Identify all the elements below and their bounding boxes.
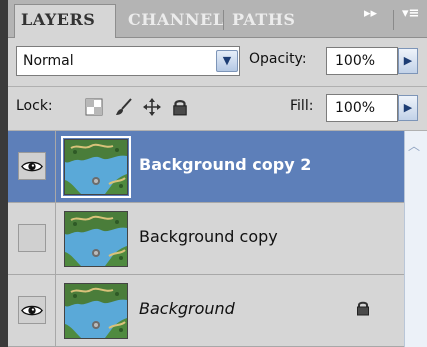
panel-left-edge bbox=[0, 0, 8, 347]
opacity-slider-button[interactable]: ▶ bbox=[398, 48, 418, 74]
layer-thumbnail[interactable] bbox=[61, 136, 131, 198]
layer-name[interactable]: Background copy bbox=[139, 227, 278, 246]
eye-icon bbox=[21, 159, 43, 174]
tab-paths[interactable]: PATHS bbox=[226, 5, 312, 37]
tab-ctrl-separator bbox=[393, 10, 394, 30]
layer-thumbnail[interactable] bbox=[64, 211, 128, 267]
lock-all-icon[interactable] bbox=[170, 97, 190, 117]
fill-label: Fill: bbox=[290, 98, 314, 114]
map-thumbnail-image bbox=[65, 140, 127, 194]
layers-panel: LAYERS CHANNEL PATHS ▸▸ ▾≡ Normal ▼ Opac… bbox=[0, 0, 427, 347]
eye-icon bbox=[21, 303, 43, 318]
tab-channels[interactable]: CHANNEL bbox=[122, 5, 223, 37]
opacity-label: Opacity: bbox=[249, 51, 307, 67]
tab-layers[interactable]: LAYERS bbox=[14, 4, 116, 38]
tab-separator bbox=[223, 10, 224, 30]
tab-channels-label: CHANNEL bbox=[128, 10, 223, 29]
visibility-toggle[interactable] bbox=[18, 224, 46, 252]
tab-layers-label: LAYERS bbox=[21, 10, 96, 29]
layer-name[interactable]: Background copy 2 bbox=[139, 155, 311, 174]
panel-tab-strip: LAYERS CHANNEL PATHS ▸▸ ▾≡ bbox=[8, 0, 427, 38]
collapse-panel-icon[interactable]: ▸▸ bbox=[364, 6, 377, 21]
divider bbox=[8, 86, 427, 87]
visibility-toggle[interactable] bbox=[18, 152, 46, 180]
blend-opacity-row: Normal ▼ Opacity: 100% ▶ bbox=[16, 46, 427, 78]
visibility-cell[interactable] bbox=[8, 203, 56, 274]
layer-row-background-copy-2[interactable]: Background copy 2 bbox=[8, 131, 404, 203]
map-thumbnail-image bbox=[65, 212, 127, 266]
layer-lock-icon bbox=[356, 300, 370, 316]
opacity-value: 100% bbox=[335, 53, 376, 69]
visibility-cell[interactable] bbox=[8, 275, 56, 346]
visibility-cell[interactable] bbox=[8, 131, 56, 202]
visibility-toggle[interactable] bbox=[18, 296, 46, 324]
tab-paths-label: PATHS bbox=[232, 10, 296, 29]
lock-image-pixels-icon[interactable] bbox=[114, 97, 134, 117]
panel-menu-icon[interactable]: ▾≡ bbox=[402, 6, 419, 21]
layer-name[interactable]: Background bbox=[139, 299, 235, 318]
map-thumbnail-image bbox=[65, 284, 127, 338]
blend-mode-value: Normal bbox=[23, 53, 74, 69]
blend-mode-select[interactable]: Normal ▼ bbox=[16, 46, 240, 76]
layer-row-background-copy[interactable]: Background copy bbox=[8, 203, 404, 275]
scroll-up-icon[interactable]: ︿ bbox=[408, 137, 420, 154]
layers-scrollbar[interactable]: ︿ bbox=[404, 131, 427, 347]
layer-row-background[interactable]: Background bbox=[8, 275, 404, 347]
layer-thumbnail[interactable] bbox=[64, 283, 128, 339]
lock-position-icon[interactable] bbox=[142, 97, 162, 117]
opacity-input[interactable]: 100% bbox=[326, 47, 398, 75]
chevron-down-icon[interactable]: ▼ bbox=[216, 50, 238, 72]
layers-list: Background copy 2 Background copy Backgr… bbox=[8, 131, 404, 347]
fill-input[interactable]: 100% bbox=[326, 94, 398, 122]
fill-value: 100% bbox=[335, 100, 376, 116]
lock-transparent-pixels-icon[interactable] bbox=[84, 97, 104, 117]
lock-label: Lock: bbox=[16, 98, 53, 114]
fill-slider-button[interactable]: ▶ bbox=[398, 95, 418, 121]
